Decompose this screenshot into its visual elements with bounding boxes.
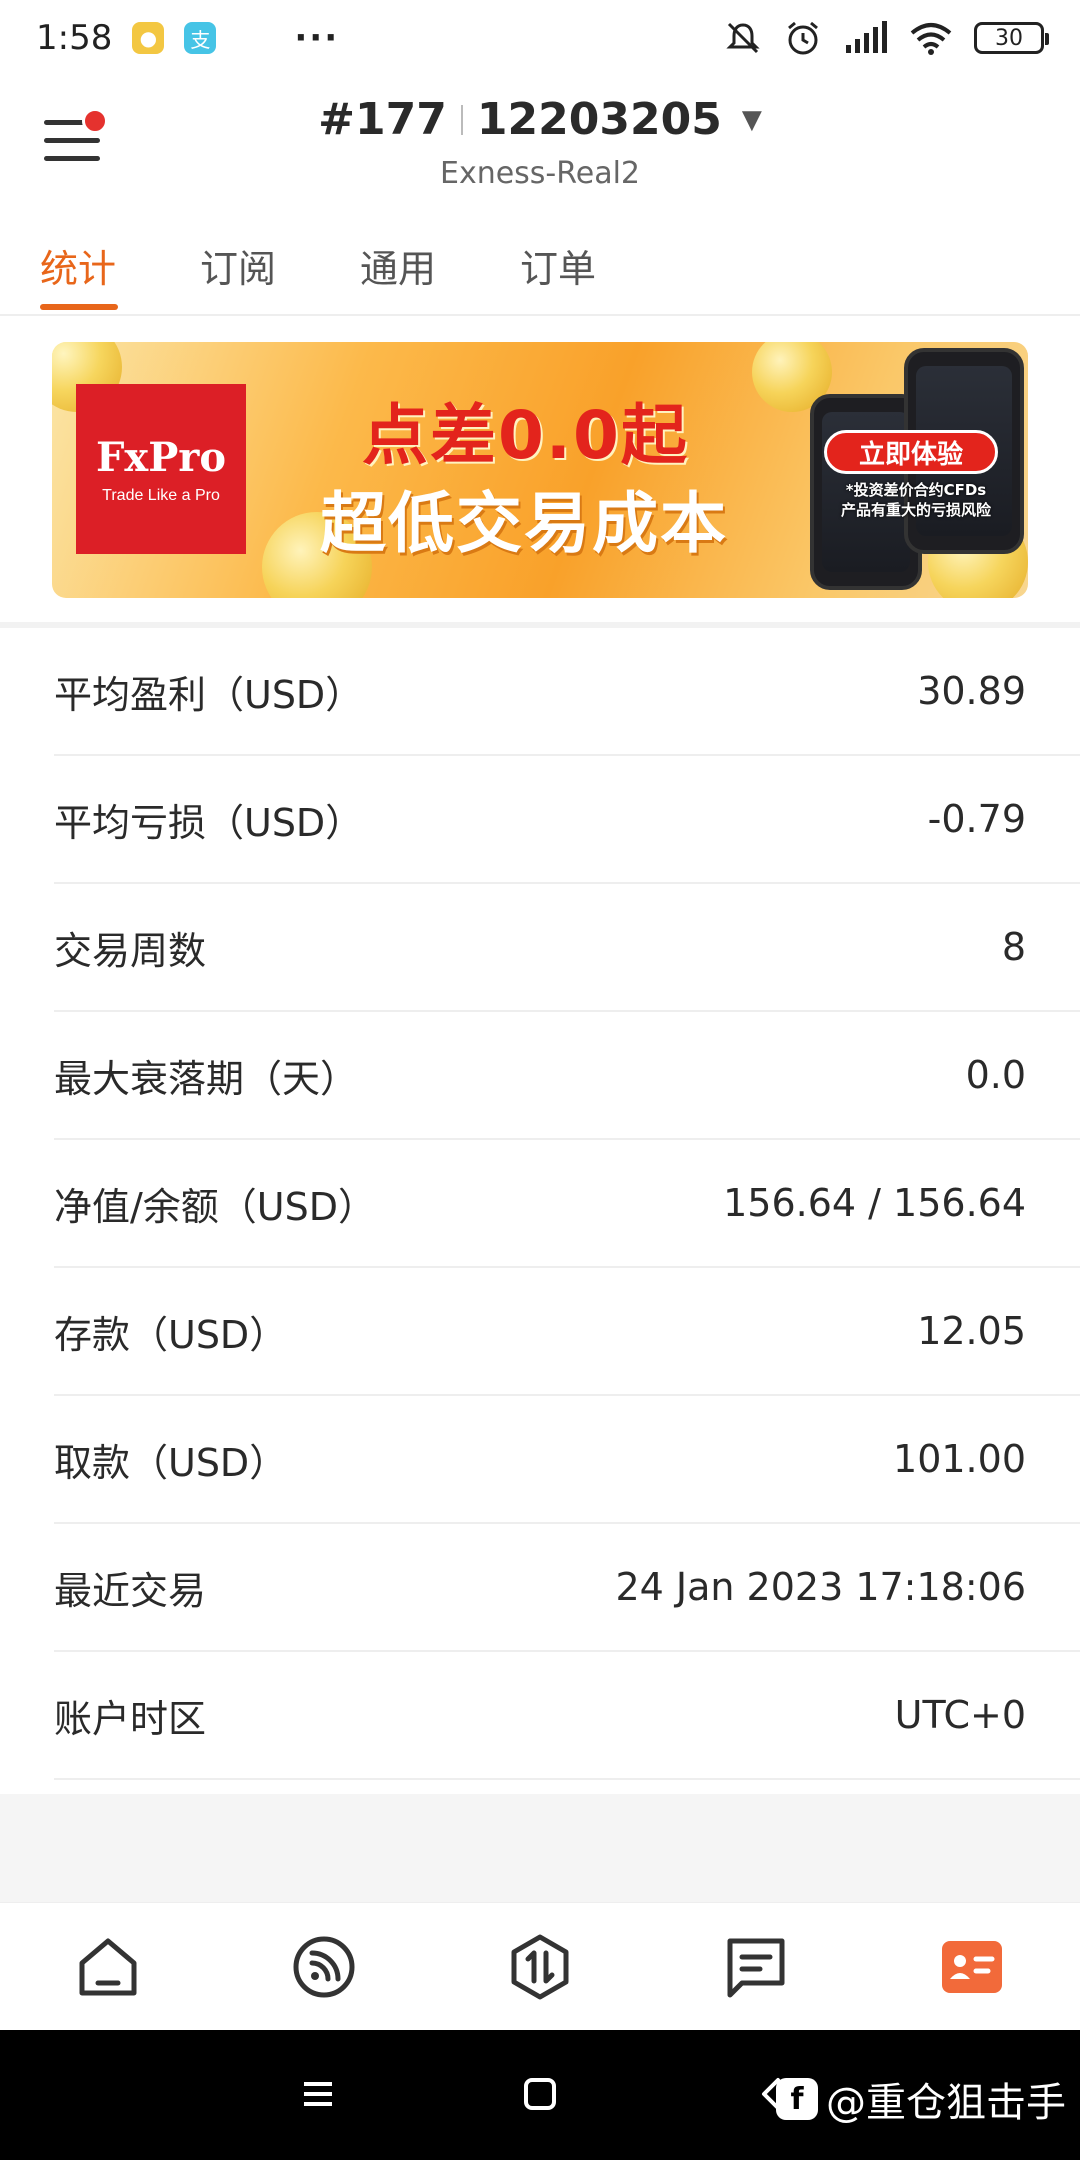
stat-label: 平均盈利（USD） — [54, 672, 364, 717]
watermark: f @重仓狙击手 — [776, 2070, 1066, 2128]
stat-value: 8 — [1001, 925, 1026, 969]
stat-label: 最近交易 — [54, 1568, 207, 1613]
battery-icon: 30 — [974, 22, 1049, 54]
empty-area — [0, 1794, 1080, 1902]
status-time: 1:58 — [36, 18, 113, 58]
nav-messages[interactable] — [711, 1922, 801, 2012]
nav-feed[interactable] — [279, 1922, 369, 2012]
watermark-text: @重仓狙击手 — [826, 2080, 1066, 2126]
stat-value: -0.79 — [927, 797, 1026, 841]
stat-value: 0.0 — [965, 1053, 1026, 1097]
try-now-button[interactable]: 立即体验 — [824, 430, 998, 474]
stat-row-withdrawal: 取款（USD） 101.00 — [54, 1396, 1080, 1524]
account-number: 12203205 — [476, 94, 722, 145]
title-divider — [460, 104, 463, 135]
server-name: Exness-Real2 — [439, 156, 641, 191]
nav-profile[interactable] — [927, 1922, 1017, 2012]
trade-icon — [511, 1934, 569, 1999]
account-selector[interactable]: #177 12203205 ▼ — [0, 94, 1080, 145]
feed-icon — [293, 1936, 355, 1997]
stat-value: 30.89 — [917, 669, 1026, 713]
risk-line: 产品有重大的亏损风险 — [840, 501, 991, 519]
active-tab-indicator — [40, 304, 118, 310]
battery-level: 30 — [995, 25, 1023, 51]
ad-banner[interactable]: FxPro Trade Like a Pro 点差0.0起 超低交易成本 立即体… — [52, 342, 1028, 598]
banner-subheadline: 超低交易成本 — [320, 485, 728, 562]
messages-icon — [727, 1938, 785, 1997]
statistics-list: 平均盈利（USD） 30.89 平均亏损（USD） -0.79 交易周数 8 最… — [0, 628, 1080, 1780]
home-icon — [79, 1938, 137, 1995]
signal-icon — [846, 21, 887, 53]
profile-card-icon — [942, 1940, 1002, 1993]
nav-home[interactable] — [63, 1922, 153, 2012]
bottom-navigation — [0, 1902, 1080, 2030]
stat-value: 101.00 — [893, 1437, 1026, 1481]
stat-label: 交易周数 — [54, 928, 207, 973]
stat-label: 账户时区 — [54, 1696, 207, 1741]
status-bar: 1:58 ● 支 ··· 30 — [0, 0, 1080, 76]
recent-apps-icon[interactable] — [298, 2074, 338, 2114]
weibo-logo-icon: f — [776, 2078, 818, 2120]
stat-row-avg-loss: 平均亏损（USD） -0.79 — [54, 756, 1080, 884]
stat-value: 24 Jan 2023 17:18:06 — [615, 1565, 1026, 1609]
account-rank: #177 — [318, 94, 447, 145]
alarm-icon — [788, 21, 818, 55]
stat-label: 取款（USD） — [54, 1440, 288, 1485]
tab-subscription[interactable]: 订阅 — [200, 238, 276, 293]
stat-label: 最大衰落期（天） — [54, 1056, 359, 1101]
mute-icon — [726, 22, 760, 54]
tab-orders[interactable]: 订单 — [520, 238, 596, 293]
stat-value: 156.64 / 156.64 — [723, 1181, 1026, 1225]
stat-label: 存款（USD） — [54, 1312, 288, 1357]
stat-row-avg-profit: 平均盈利（USD） 30.89 — [54, 628, 1080, 756]
tab-statistics[interactable]: 统计 — [40, 238, 116, 293]
system-navigation-bar: f @重仓狙击手 — [0, 2030, 1080, 2160]
tab-bar: 统计 订阅 通用 订单 — [0, 226, 1080, 316]
message-icon: ● — [132, 22, 165, 54]
fxpro-logo: FxPro Trade Like a Pro — [76, 384, 246, 554]
more-notifications-icon: ··· — [294, 18, 340, 58]
stat-row-last-trade: 最近交易 24 Jan 2023 17:18:06 — [54, 1524, 1080, 1652]
banner-headline: 点差0.0起 — [362, 397, 689, 474]
stat-label: 净值/余额（USD） — [54, 1184, 376, 1229]
risk-disclaimer: *投资差价合约CFDs 产品有重大的亏损风险 — [826, 480, 1006, 520]
home-button-icon[interactable] — [520, 2074, 560, 2114]
wifi-icon — [910, 23, 952, 55]
brand-name: FxPro — [95, 433, 227, 481]
stat-row-timezone: 账户时区 UTC+0 — [54, 1652, 1080, 1780]
app-header: #177 12203205 ▼ Exness-Real2 — [0, 76, 1080, 206]
risk-line: *投资差价合约CFDs — [845, 481, 987, 499]
stat-value: 12.05 — [917, 1309, 1026, 1353]
nav-trade[interactable] — [495, 1922, 585, 2012]
caret-down-icon: ▼ — [741, 104, 762, 135]
tab-general[interactable]: 通用 — [360, 238, 436, 293]
stat-row-equity-balance: 净值/余额（USD） 156.64 / 156.64 — [54, 1140, 1080, 1268]
stat-row-max-drawdown-period: 最大衰落期（天） 0.0 — [54, 1012, 1080, 1140]
stat-label: 平均亏损（USD） — [54, 800, 364, 845]
stat-row-deposit: 存款（USD） 12.05 — [54, 1268, 1080, 1396]
brand-slogan: Trade Like a Pro — [102, 486, 220, 504]
alipay-icon: 支 — [184, 22, 217, 54]
stat-row-trading-weeks: 交易周数 8 — [54, 884, 1080, 1012]
stat-value: UTC+0 — [894, 1693, 1026, 1737]
